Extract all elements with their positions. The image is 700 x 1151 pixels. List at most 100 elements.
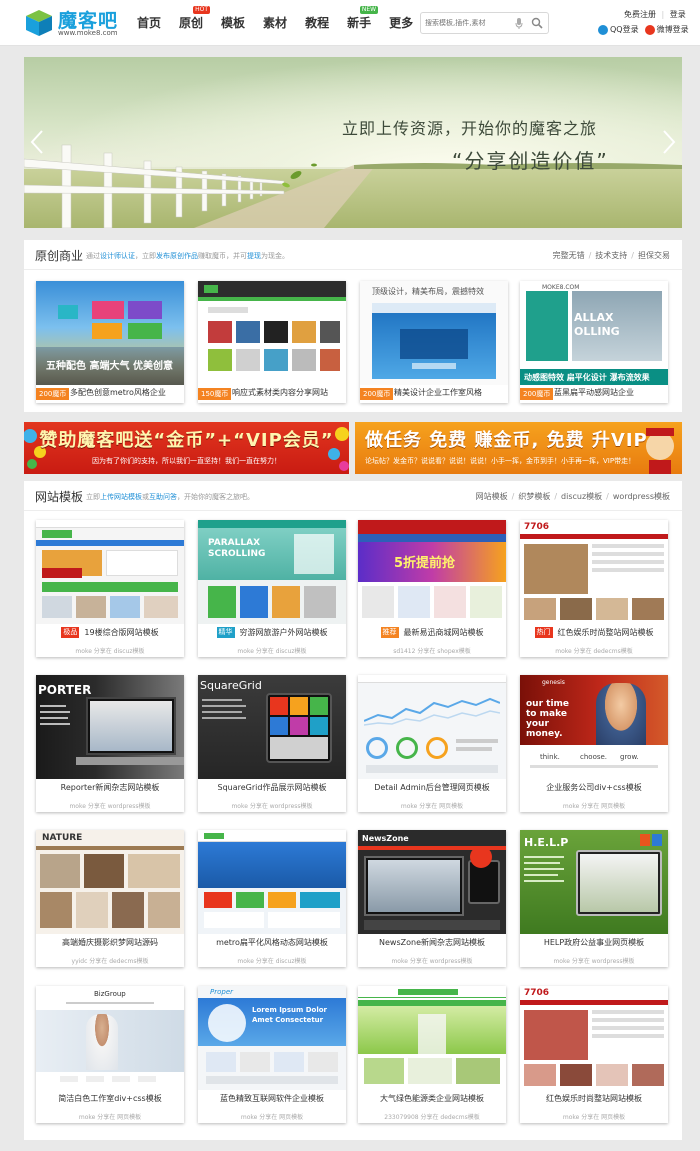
original-section-title: 原创商业 [35, 249, 84, 263]
template-card-2[interactable]: PARALLAX SCROLLING 精华 穷游网旅游户外网站模板 moke 分享… [198, 520, 346, 657]
divider: / [554, 492, 558, 501]
search-input[interactable] [425, 16, 509, 30]
original-card-2[interactable]: 150魔币 响应式素材类内容分享网站 [198, 281, 346, 403]
original-card-4[interactable]: MOKE8.COM ALLAX OLLING 动感图特效 扁平化设计 瀑布流效果… [520, 281, 668, 403]
template-card-6[interactable]: SquareGrid SquareGrid作品展示网站模板 moke 分享在 w… [198, 675, 346, 812]
search-box [420, 12, 549, 34]
thumb-overlay-text: PORTER [38, 683, 92, 697]
card-title: HELP政府公益事业网页模板 [543, 938, 645, 947]
qa-link[interactable]: 互助问答 [149, 493, 177, 501]
card-title: 推荐 最新易迅商城网站模板 [358, 627, 506, 638]
upload-template-link[interactable]: 上传网站模板 [100, 493, 142, 501]
feature-guarantee[interactable]: 担保交易 [638, 251, 670, 260]
category-dedecms[interactable]: 织梦模板 [518, 492, 550, 501]
search-icon[interactable] [531, 17, 543, 29]
original-card-3[interactable]: 顶级设计，精美布局，震撼特效 200魔币 精美设计企业工作室风格 [360, 281, 508, 403]
template-card-14[interactable]: Proper Lorem Ipsum Dolor Amet Consectetu… [198, 986, 346, 1123]
template-card-13[interactable]: BizGroup 简洁白色工作室div+css模板 moke 分享在 网页模板 [36, 986, 184, 1123]
template-card-8[interactable]: genesis our time to make your money. thi… [520, 675, 668, 812]
ad-subtitle: 因为有了你们的支持，所以我们一直坚持！我们一直在努力！ [92, 457, 281, 465]
divider: / [631, 251, 634, 260]
social-login: QQ登录 微博登录 [598, 24, 689, 35]
feature-complete[interactable]: 完整无错 [553, 251, 585, 260]
card-thumbnail: NewsZone [358, 830, 506, 934]
card-thumbnail: Proper Lorem Ipsum Dolor Amet Consectetu… [198, 986, 346, 1090]
card-meta: moke 分享在 wordpress模板 [391, 958, 473, 965]
template-card-3[interactable]: 5折提前抢 推荐 最新易迅商城网站模板 sd1412 分享在 shopex模板 [358, 520, 506, 657]
thumb-overlay-text: SquareGrid [200, 679, 262, 692]
logo-url: www.moke8.com [58, 29, 118, 37]
banner-next-arrow-icon[interactable] [662, 129, 676, 155]
card-title: 红色娱乐时尚整站网站模板 [546, 1094, 642, 1103]
thumb-overlay-text: 五种配色 高端大气 优美创意 [46, 361, 173, 372]
nav-tutorials[interactable]: 教程 [296, 0, 338, 46]
hero-banner[interactable]: 立即上传资源，开始你的魔客之旅 “分享创造价值” [24, 57, 682, 228]
sponsor-ad-banner[interactable]: 赞助魔客吧送“金币”+“VIP会员” 因为有了你们的支持，所以我们一直坚持！我们… [24, 422, 349, 474]
site-logo[interactable]: 魔客吧 www.moke8.com [24, 6, 124, 40]
login-link[interactable]: 登录 [670, 10, 686, 19]
card-meta: sd1412 分享在 shopex模板 [393, 648, 471, 655]
card-title: 精华 穷游网旅游户外网站模板 [198, 627, 346, 638]
feature-support[interactable]: 技术支持 [595, 251, 627, 260]
nav-more[interactable]: 更多 [380, 0, 422, 46]
banner-prev-arrow-icon[interactable] [30, 129, 44, 155]
card-meta: 233079908 分享在 dedecms模板 [384, 1114, 480, 1121]
qq-login-label: QQ登录 [610, 25, 639, 34]
card-thumbnail [36, 520, 184, 624]
nav-newbie-label: 新手 [347, 16, 372, 30]
templates-section-desc: 立即上传网站模板或互助问答，开始你的魔客之旅吧。 [86, 492, 254, 502]
nav-templates-label: 模板 [221, 16, 246, 30]
category-discuz[interactable]: discuz模板 [561, 492, 602, 501]
template-card-5[interactable]: PORTER Reporter新闻杂志网站模板 moke 分享在 wordpre… [36, 675, 184, 812]
template-card-16[interactable]: 7706 红色娱乐时尚整站网站模板 moke 分享在 网页模板 [520, 986, 668, 1123]
desc-text: 通过 [86, 252, 100, 260]
nav-home[interactable]: 首页 [128, 0, 170, 46]
template-card-7[interactable]: Detail Admin后台管理网页模板 moke 分享在 网页模板 [358, 675, 506, 812]
nav-materials[interactable]: 素材 [254, 0, 296, 46]
nav-original[interactable]: 原创 HOT [170, 0, 212, 46]
card-meta: moke 分享在 网页模板 [78, 1114, 142, 1121]
ad-subtitle: 论坛帖？发金币？说说看？说说！说说！小手一挥，金币到手！小手再一挥，VIP带走！ [365, 457, 636, 465]
tag-badge: 热门 [534, 627, 553, 638]
weibo-login-link[interactable]: 微博登录 [644, 24, 689, 35]
task-ad-banner[interactable]: 做任务 免费 赚金币, 免费 升VIP 论坛帖？发金币？说说看？说说！说说！小手… [355, 422, 682, 474]
template-card-4[interactable]: 7706 热门 红色娱乐时尚整站网站模板 moke 分享在 dedecms模板 [520, 520, 668, 657]
ad-title: 赞助魔客吧送“金币”+“VIP会员” [39, 430, 334, 451]
nav-templates[interactable]: 模板 [212, 0, 254, 46]
card-title-text: 穷游网旅游户外网站模板 [239, 628, 328, 637]
template-card-1[interactable]: 极品 19楼综合版网站模板 moke 分享在 discuz模板 [36, 520, 184, 657]
template-card-11[interactable]: NewsZone NewsZone新闻杂志网站模板 moke 分享在 wordp… [358, 830, 506, 967]
nav-newbie[interactable]: 新手 NEW [338, 0, 380, 46]
designer-cert-link[interactable]: 设计师认证 [100, 252, 135, 260]
thumb-overlay-text: 5折提前抢 [394, 556, 456, 571]
original-card-1[interactable]: 五种配色 高端大气 优美创意 200魔币 多配色创意metro风格企业 [36, 281, 184, 403]
card-thumbnail: 五种配色 高端大气 优美创意 [36, 281, 184, 385]
register-link[interactable]: 免费注册 [624, 10, 656, 19]
card-thumbnail [198, 830, 346, 934]
card-title-text: 最新易迅商城网站模板 [403, 628, 484, 637]
thumb-overlay-text: our time [526, 699, 570, 709]
qq-login-link[interactable]: QQ登录 [598, 24, 639, 35]
thumb-overlay-text: NewsZone [362, 834, 409, 843]
card-meta: moke 分享在 discuz模板 [75, 648, 145, 655]
publish-work-link[interactable]: 发布原创作品 [156, 252, 198, 260]
template-card-15[interactable]: 大气绿色能源类企业网站模板 233079908 分享在 dedecms模板 [358, 986, 506, 1123]
thumb-logo-text: MOKE8.COM [542, 284, 580, 291]
card-meta: moke 分享在 网页模板 [562, 1114, 626, 1121]
withdraw-link[interactable]: 提现 [247, 252, 261, 260]
price-tag: 200魔币 [520, 388, 554, 400]
thumb-overlay-text: BizGroup [94, 990, 126, 998]
category-web-template[interactable]: 网站模板 [476, 492, 508, 501]
template-card-9[interactable]: NATURE 高端婚庆摄影织梦网站源码 yyidc 分享在 dedecms模板 [36, 830, 184, 967]
card-title: 响应式素材类内容分享网站 [232, 388, 328, 397]
qq-icon [598, 24, 608, 35]
card-meta: moke 分享在 discuz模板 [237, 648, 307, 655]
category-wordpress[interactable]: wordpress模板 [613, 492, 670, 501]
template-card-10[interactable]: metro扁平化风格动态网站模板 moke 分享在 discuz模板 [198, 830, 346, 967]
desc-text: 或 [142, 493, 149, 501]
template-card-12[interactable]: H.E.L.P HELP政府公益事业网页模板 moke 分享在 wordpres… [520, 830, 668, 967]
card-title: 多配色创意metro风格企业 [70, 388, 166, 397]
card-meta: moke 分享在 discuz模板 [237, 958, 307, 965]
thumb-overlay-text: grow. [620, 753, 639, 761]
microphone-icon[interactable] [515, 18, 523, 29]
